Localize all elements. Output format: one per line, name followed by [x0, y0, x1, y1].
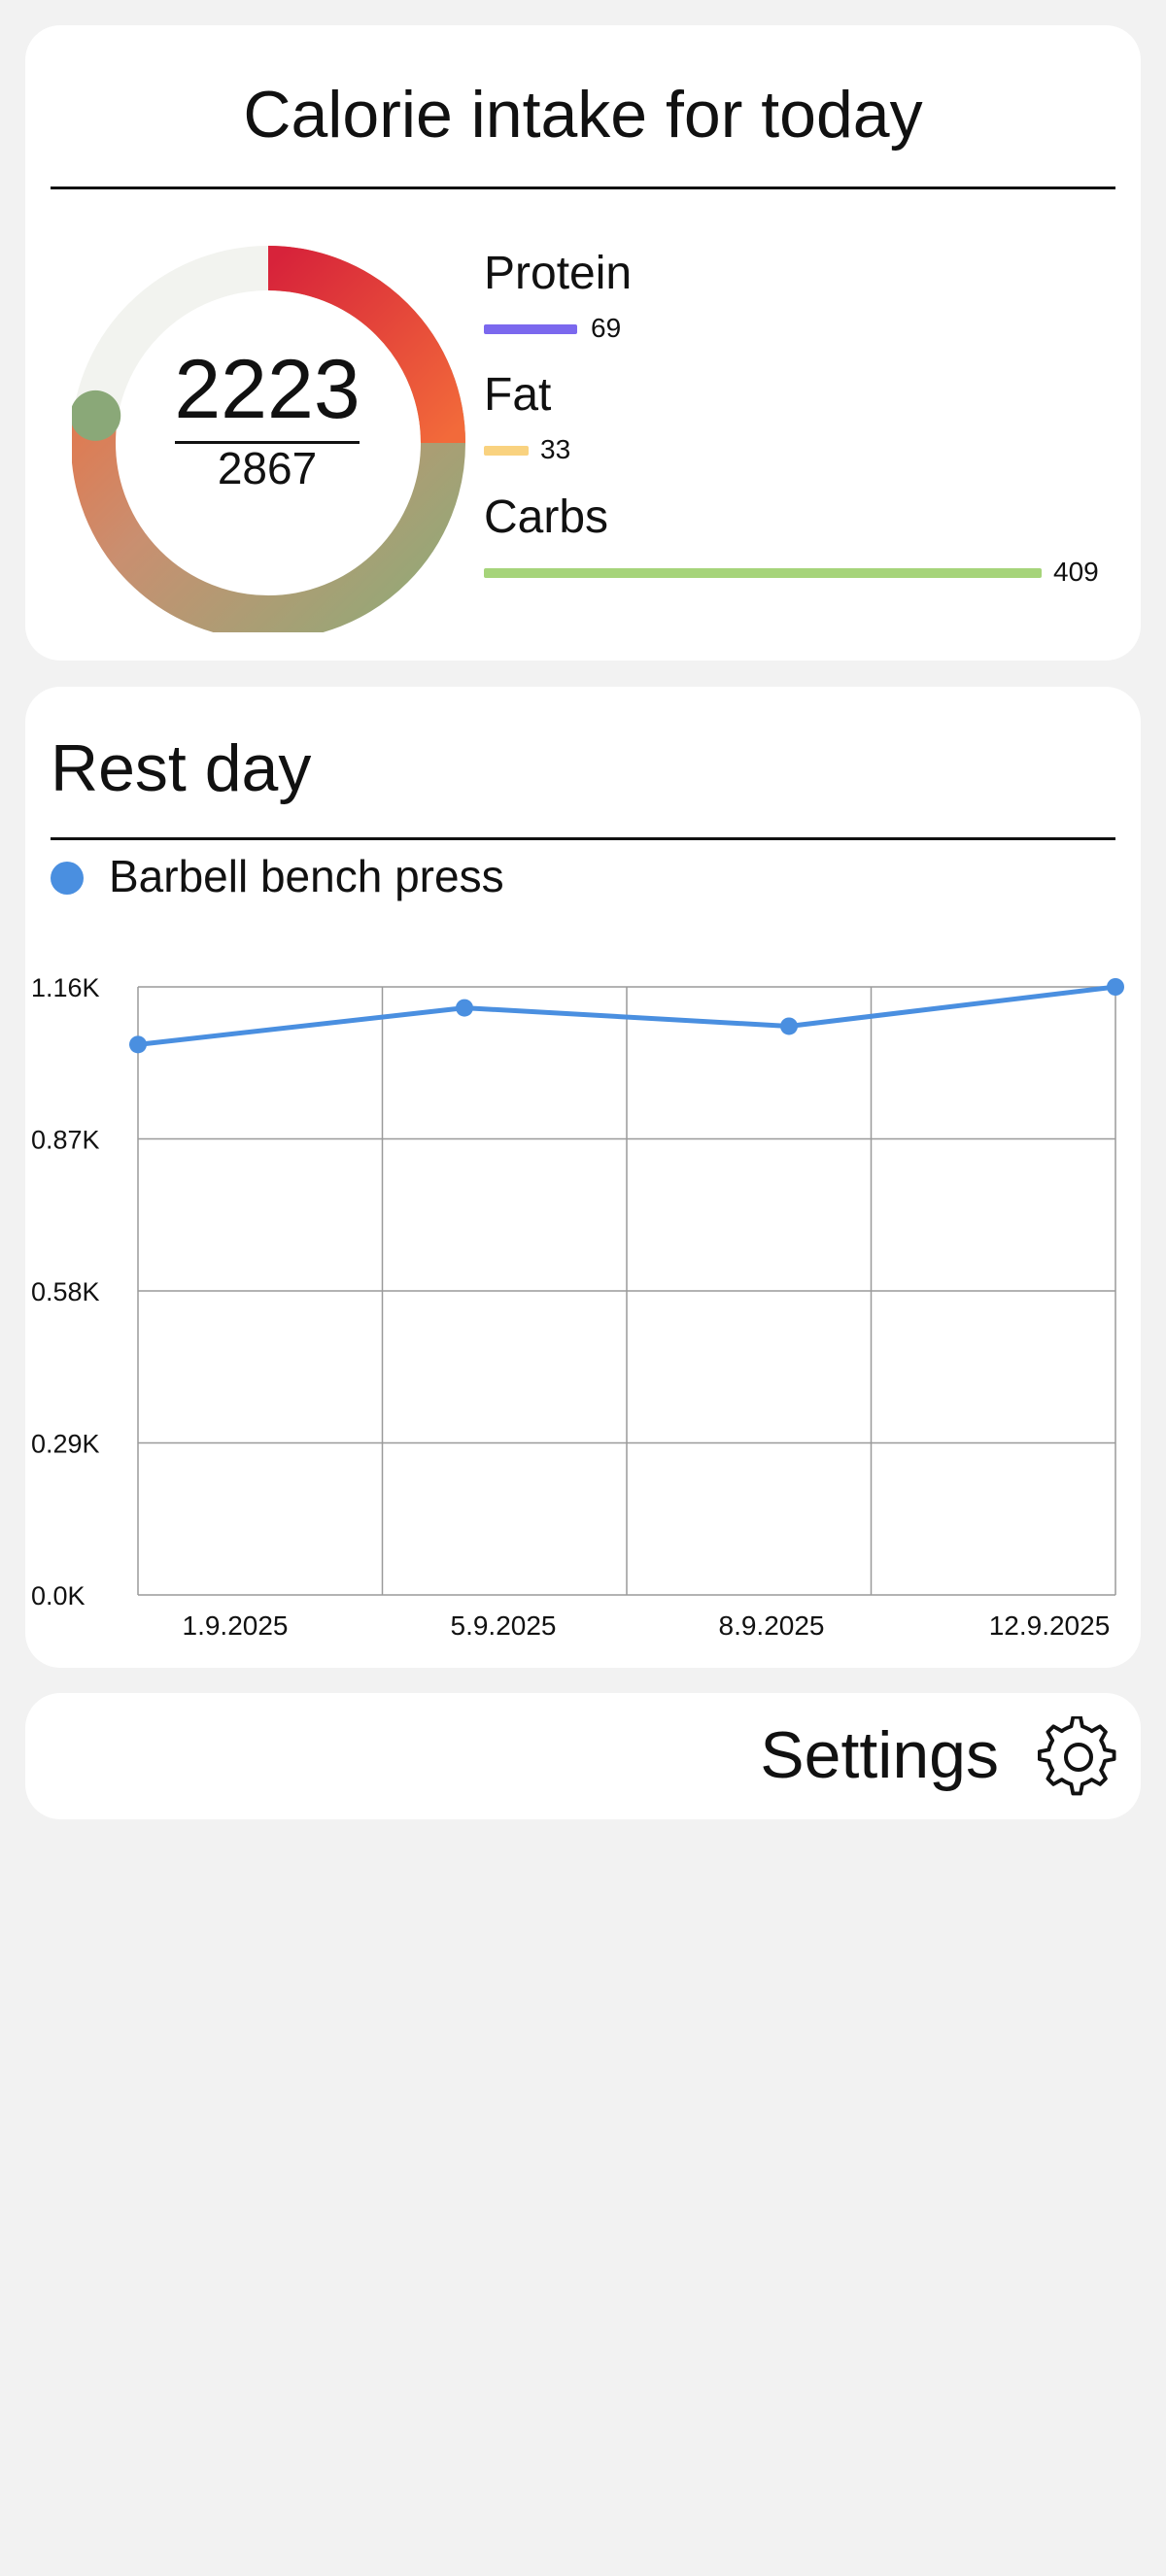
x-tick-label: 12.9.2025 [989, 1610, 1111, 1641]
macro-carbs-label: Carbs [484, 491, 609, 543]
macro-fat-bar [484, 446, 529, 456]
macro-carbs-bar [484, 568, 1042, 578]
y-tick-label: 0.0K [31, 1581, 86, 1610]
title-divider [51, 186, 1115, 189]
macro-fat-value: 33 [540, 434, 571, 464]
workout-card: Rest day Barbell bench press 1.16K 0.87K 0… [25, 687, 1141, 1668]
x-tick-label: 8.9.2025 [719, 1610, 825, 1641]
calories-goal: 2867 [217, 443, 318, 493]
macro-carbs-value: 409 [1053, 557, 1099, 587]
x-tick-label: 5.9.2025 [451, 1610, 557, 1641]
gear-icon[interactable] [1038, 1716, 1119, 1798]
data-point [129, 1035, 147, 1054]
macro-protein-bar [484, 324, 577, 334]
ring-knob [72, 390, 121, 441]
y-tick-label: 1.16K [31, 973, 100, 1002]
settings-card[interactable]: Settings [25, 1693, 1141, 1819]
bench-press-chart: 1.16K 0.87K 0.58K 0.29K 0.0K 1.9.2025 5.9.2025… [31, 973, 1124, 1641]
macro-fat-label: Fat [484, 369, 552, 421]
data-point [456, 999, 473, 1017]
x-tick-label: 1.9.2025 [183, 1610, 289, 1641]
y-tick-label: 0.87K [31, 1126, 100, 1155]
macro-protein-value: 69 [591, 313, 622, 343]
calorie-card-title: Calorie intake for today [243, 78, 923, 152]
y-tick-label: 0.58K [31, 1277, 100, 1306]
macro-protein-label: Protein [484, 248, 633, 299]
data-point [780, 1017, 798, 1035]
settings-label[interactable]: Settings [760, 1722, 999, 1788]
calorie-card: Calorie intake for today 2223 2867 Prote… [25, 25, 1141, 661]
y-tick-label: 0.29K [31, 1430, 100, 1459]
calories-consumed: 2223 [174, 343, 360, 436]
data-point [1107, 978, 1124, 996]
